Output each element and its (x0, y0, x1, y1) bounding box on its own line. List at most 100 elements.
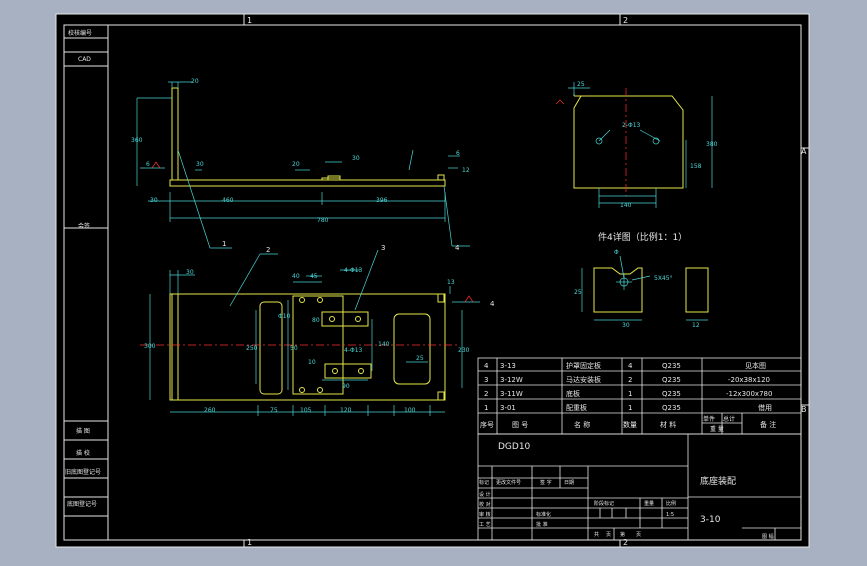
bom-r4-name: 配重板 (566, 403, 587, 412)
detail-dim-25: 25 (574, 289, 582, 296)
bom-r1-name: 护罩固定板 (566, 361, 601, 370)
tv-dim-80: 80 (312, 317, 320, 324)
tb-ratio: 比例 (666, 500, 676, 507)
strip-cell-4: 描 校 (76, 449, 90, 457)
pv-hole: 2-Φ13 (622, 122, 641, 129)
bom-r2-mat: Q235 (662, 376, 681, 384)
zone-bot-1: 1 (247, 538, 252, 547)
tb-design: 设 计 (479, 491, 491, 498)
tv-dim-45: 45 (310, 273, 318, 280)
tv-dim-140: 140 (378, 341, 390, 348)
bom-r2-note: -20x38x120 (728, 376, 770, 384)
bom-r4-mat: Q235 (662, 404, 681, 412)
fv-dim-12: 12 (462, 167, 470, 174)
tb-ratify: 批 准 (536, 521, 548, 528)
tb-page-unit: 页 (606, 532, 611, 538)
bom-r1-no: 4 (484, 362, 489, 370)
bom-h-mat: 材 料 (660, 420, 676, 429)
paper-sheet (55, 13, 810, 548)
tb-total: 共 (594, 531, 599, 538)
strip-cell-mid: 会签 (78, 222, 90, 230)
tb-page-no: 第 (620, 531, 625, 538)
tb-check: 校 对 (479, 501, 491, 508)
fv-dim-6: 6 (456, 150, 460, 157)
bom-r3-code: 3-11W (500, 390, 523, 398)
bom-h-weight: 重 量 (710, 425, 724, 433)
tv-dim-200: 50 (290, 345, 298, 352)
tv-hole-b: 4-Φ13 (344, 347, 363, 354)
fv-dim-30a: 30 (196, 161, 204, 168)
fv-dim-20: 20 (191, 78, 199, 85)
bom-r4-no: 1 (484, 404, 488, 412)
tb-product: DGD10 (498, 442, 531, 452)
detail-dim-12: 12 (692, 322, 700, 329)
bom-r2-qty: 2 (628, 376, 632, 384)
drawing-canvas[interactable]: 1 2 1 2 A B 校核编号 CAD 会签 描 图 描 校 旧底图登记号 底… (0, 0, 867, 562)
bom-h-total: 总计 (723, 415, 735, 423)
fv-callout-4: 4 (455, 244, 460, 252)
fv-callout-1: 1 (222, 240, 226, 248)
tv-dim-75: 75 (270, 407, 278, 414)
bom-h-name: 名 称 (574, 420, 590, 429)
bom-r2-name: 马达安装板 (566, 375, 601, 384)
bom-h-note: 备 注 (760, 420, 776, 429)
strip-cell-1: 校核编号 (68, 29, 92, 37)
tv-phi10: Φ10 (278, 313, 291, 320)
tv-dim-300: 300 (144, 343, 156, 350)
fv-dim-30c: 30 (150, 197, 158, 204)
tb-drawing-no: 3-10 (700, 515, 721, 525)
bom-h-no: 序号 (480, 420, 494, 429)
tb-review: 审 核 (479, 511, 491, 518)
tb-weight: 重量 (644, 500, 654, 507)
bom-r4-code: 3-01 (500, 404, 516, 412)
zone-top-1: 1 (247, 16, 252, 25)
tv-dim-260: 260 (204, 407, 216, 414)
tb-corner: 图 幅 (762, 533, 774, 540)
detail-phi: Φ (614, 249, 619, 256)
bom-r1-code: 3-13 (500, 362, 516, 370)
bom-r3-no: 2 (484, 390, 488, 398)
tv-dim-230: 230 (458, 347, 470, 354)
tb-drawing-name: 底座装配 (700, 475, 736, 487)
pv-dim-158: 158 (690, 163, 702, 170)
zone-bot-2: 2 (623, 538, 628, 547)
bom-r3-name: 底板 (566, 389, 580, 398)
tv-callout-3: 3 (381, 244, 385, 252)
pv-dim-380: 380 (706, 141, 718, 148)
tb-scale: 1:5 (666, 512, 674, 518)
strip-cell-6: 底图登记号 (67, 500, 97, 508)
tv-dim-100: 100 (404, 407, 416, 414)
bom-r1-qty: 4 (628, 362, 633, 370)
tv-dim-90: 90 (342, 383, 350, 390)
zone-right-b: B (801, 405, 807, 414)
fv-dim-396: 396 (376, 197, 388, 204)
tb-standard: 标准化 (536, 511, 551, 518)
strip-cell-3: 描 图 (76, 427, 90, 435)
tv-callout-2: 2 (266, 246, 270, 254)
bom-h-single: 单件 (703, 415, 715, 423)
tv-dim-120: 120 (340, 407, 352, 414)
pv-dim-25: 25 (577, 81, 585, 88)
tv-dim-250: 250 (246, 345, 258, 352)
fv-weld: 6 (146, 161, 150, 168)
zone-top-2: 2 (623, 16, 628, 25)
tv-dim-105: 105 (300, 407, 312, 414)
bom-h-qty: 数量 (623, 420, 637, 429)
bom-r4-qty: 1 (628, 404, 632, 412)
tb-rev-date: 日期 (564, 480, 574, 486)
fv-dim-30b: 30 (352, 155, 360, 162)
tv-hole-a: 4-Φ13 (344, 267, 363, 274)
tv-callout-4: 4 (490, 300, 495, 308)
strip-cell-5: 旧底图登记号 (65, 468, 101, 476)
bom-r3-note: -12x300x780 (726, 390, 772, 398)
fv-dim-20b: 20 (292, 161, 300, 168)
bom-r1-note: 见本图 (745, 361, 766, 370)
tv-dim-40: 40 (292, 273, 300, 280)
tv-dim-13: 13 (447, 279, 455, 286)
strip-cell-2: CAD (78, 56, 91, 63)
fv-dim-360: 360 (131, 137, 143, 144)
tb-rev-mark: 标记 (479, 479, 489, 486)
bom-r2-no: 3 (484, 376, 488, 384)
bom-h-code: 图 号 (512, 421, 528, 429)
bom-r2-code: 3-12W (500, 376, 523, 384)
